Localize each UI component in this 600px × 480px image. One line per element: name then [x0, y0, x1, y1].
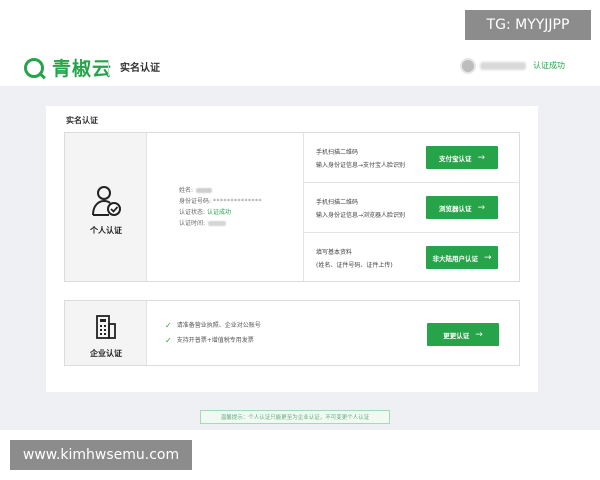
page-title: 实名认证 — [120, 63, 160, 74]
browser-verify-button[interactable]: 浏览器认证 → — [426, 196, 498, 219]
id-masked-value: ************** — [213, 198, 263, 205]
method-line1: 填写基本资料 — [316, 249, 353, 256]
user-verification-status: 认证成功 — [533, 61, 565, 70]
top-header: 青椒云 实名认证 认证成功 — [0, 40, 600, 86]
method-line1: 手机扫描二维码 — [316, 149, 359, 156]
info-row-time: 认证时间: — [179, 218, 262, 229]
logo-q-icon — [24, 57, 44, 78]
personal-info: 姓名: 身份证号码: ************** 认证状态: 认证成功 认证时… — [179, 185, 262, 229]
logo-text: 青椒云 — [52, 58, 113, 80]
card-title: 实名认证 — [66, 116, 98, 125]
info-row-name: 姓名: — [179, 185, 262, 196]
method-browser: 手机扫描二维码 输入身份证信息→浏览器人脸识别 浏览器认证 → — [304, 183, 520, 233]
brand-logo[interactable]: 青椒云 — [24, 54, 112, 81]
method-line2: 输入身份证信息→浏览器人脸识别 — [316, 212, 406, 219]
watermark-tg: TG: MYYJJPP — [465, 10, 591, 40]
watermark-url: www.kimhwsemu.com — [10, 440, 192, 470]
method-line1: 手机扫描二维码 — [316, 199, 359, 206]
button-label: 浏览器认证 — [438, 204, 472, 213]
status-value: 认证成功 — [207, 209, 232, 216]
list-item: ✓ 支持开普票+增值税专用发票 — [165, 333, 261, 348]
method-line2: 输入身份证信息→支付宝人脸识别 — [316, 162, 406, 169]
method-line2: (姓名、证件号码、证件上传) — [316, 262, 393, 269]
name-label: 姓名: — [179, 187, 194, 194]
verification-methods: 手机扫描二维码 输入身份证信息→支付宝人脸识别 支付宝认证 → 手机扫描二维码 … — [303, 133, 520, 283]
list-item: ✓ 请准备营业执照、企业对公账号 — [165, 318, 261, 333]
status-label: 认证状态: — [179, 209, 206, 216]
name-blurred — [196, 188, 213, 193]
button-label: 非大陆用户认证 — [432, 254, 478, 263]
person-check-icon — [92, 186, 121, 216]
arrow-right-icon: → — [475, 329, 483, 340]
personal-verification-panel: 个人认证 姓名: 身份证号码: ************** 认证状态: 认证成… — [64, 132, 520, 282]
enterprise-requirements: ✓ 请准备营业执照、企业对公账号 ✓ 支持开普票+增值税专用发票 — [165, 318, 261, 348]
avatar[interactable] — [460, 58, 476, 74]
enterprise-type-column: 企业认证 — [65, 301, 147, 365]
method-alipay: 手机扫描二维码 输入身份证信息→支付宝人脸识别 支付宝认证 → — [304, 133, 520, 183]
personal-type-column: 个人认证 — [65, 133, 147, 281]
requirement-text: 支持开普票+增值税专用发票 — [176, 337, 254, 344]
id-label: 身份证号码: — [179, 198, 212, 205]
time-blurred — [208, 221, 227, 226]
button-label: 支付宝认证 — [438, 154, 472, 163]
personal-verification-label: 个人认证 — [90, 226, 122, 235]
enterprise-verification-label: 企业认证 — [90, 349, 122, 358]
check-icon: ✓ — [165, 336, 172, 345]
time-label: 认证时间: — [179, 220, 206, 227]
user-name-blurred — [480, 62, 526, 70]
button-label: 更更认证 — [443, 331, 470, 340]
enterprise-verification-panel: 企业认证 ✓ 请准备营业执照、企业对公账号 ✓ 支持开普票+增值税专用发票 更更… — [64, 300, 520, 366]
alipay-verify-button[interactable]: 支付宝认证 → — [426, 146, 498, 169]
building-icon — [96, 315, 116, 339]
arrow-right-icon: → — [477, 152, 486, 163]
warm-tip: 温馨提示：个人认证只能更至为企业认证，不可变更个人认证 — [200, 410, 390, 424]
arrow-right-icon: → — [483, 252, 492, 263]
enterprise-verify-button[interactable]: 更更认证 → — [427, 323, 499, 346]
header-divider — [108, 60, 109, 76]
info-row-status: 认证状态: 认证成功 — [179, 207, 262, 218]
method-non-mainland: 填写基本资料 (姓名、证件号码、证件上传) 非大陆用户认证 → — [304, 233, 520, 283]
arrow-right-icon: → — [477, 202, 486, 213]
info-row-id: 身份证号码: ************** — [179, 196, 262, 207]
non-mainland-verify-button[interactable]: 非大陆用户认证 → — [426, 246, 498, 269]
requirement-text: 请准备营业执照、企业对公账号 — [176, 322, 261, 329]
check-icon: ✓ — [165, 321, 172, 330]
